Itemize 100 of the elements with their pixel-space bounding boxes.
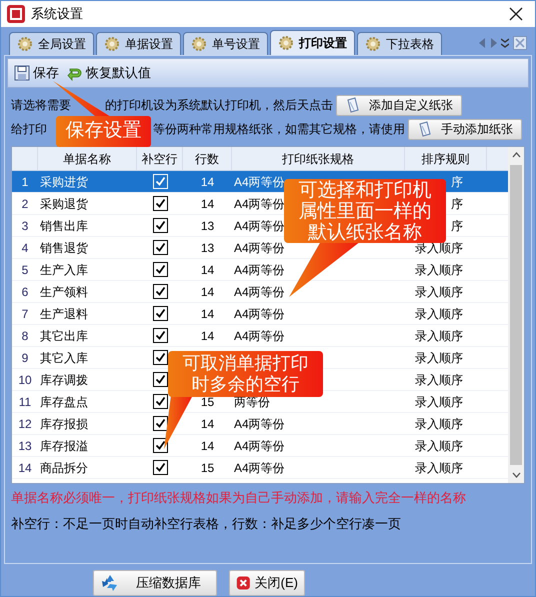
table-cell-text: A4两等份	[234, 284, 285, 300]
row-number: 8	[20, 328, 30, 344]
checkbox[interactable]	[152, 416, 168, 431]
row-number: 2	[20, 196, 30, 212]
tab[interactable]: 全局设置	[9, 32, 94, 55]
row-number: 11	[18, 394, 32, 410]
app-logo-icon	[7, 5, 25, 23]
row-number: 14	[17, 460, 33, 476]
checkbox[interactable]	[152, 350, 168, 365]
row-number: 5	[20, 262, 30, 278]
instruction-text: 请选将需要	[11, 97, 71, 114]
table-cell-text: 14	[200, 438, 214, 454]
checkbox[interactable]	[152, 306, 168, 321]
gear-icon	[17, 36, 33, 52]
note-text: 单据名称必须唯一，打印纸张规格如果为自己手动添加，请输入完全一样的名称	[11, 489, 467, 507]
table-cell-text: 13	[200, 218, 214, 234]
table-row[interactable]: 13 库存报溢 14 A4两等份 录入顺序	[12, 435, 508, 457]
tab[interactable]: 下拉表格	[357, 32, 442, 55]
table-cell-text: 14	[200, 284, 214, 300]
table-cell-text: 采购退货	[39, 196, 89, 212]
row-number: 6	[20, 284, 30, 300]
row-number: 4	[20, 240, 30, 256]
dialog-button[interactable]: 关闭(E)	[229, 570, 305, 596]
note-text: 补空行：不足一页时自动补空行表格，行数：补足多少个空行凑一页	[11, 514, 402, 532]
table-cell-text: 录入顺序	[415, 438, 463, 454]
add-paper-button[interactable]: 手动添加纸张	[408, 118, 522, 140]
checkbox[interactable]	[152, 196, 168, 211]
table-cell-text: 库存盘点	[39, 394, 89, 410]
row-number: 3	[20, 218, 30, 234]
chevron-down-icon[interactable]	[501, 38, 509, 48]
table-row[interactable]: 5 生产入库 14 A4两等份 录入顺序	[12, 259, 508, 281]
column-header[interactable]: 打印纸张规格	[232, 147, 405, 170]
table-cell-text: 其它入库	[39, 350, 89, 366]
table-cell-text: A4两等份	[234, 240, 285, 256]
checkbox[interactable]	[152, 394, 168, 409]
table-cell-text: 录入顺序	[415, 284, 463, 300]
table-cell-text: A4两等份	[234, 306, 285, 322]
row-number: 12	[17, 416, 33, 432]
row-number: 13	[17, 438, 33, 454]
table-cell-text: 录入顺序	[415, 262, 463, 278]
checkbox[interactable]	[152, 240, 168, 255]
table-row[interactable]: 7 生产退料 14 A4两等份 录入顺序	[12, 303, 508, 325]
table-cell-text: 录入顺序	[415, 460, 463, 476]
paper-icon	[417, 121, 433, 137]
table-cell-text: 录入顺序	[415, 394, 463, 410]
gear-icon	[365, 36, 381, 52]
table-cell-text: A4两等份	[234, 416, 285, 432]
table-cell-text: 序	[451, 174, 463, 190]
scrollbar[interactable]	[508, 147, 524, 483]
row-number: 9	[20, 350, 30, 366]
table-cell-text: 录入顺序	[415, 350, 463, 366]
table-cell-text: 生产退料	[39, 306, 89, 322]
paper-icon	[345, 97, 361, 113]
table-cell-text: 其它出库	[39, 328, 89, 344]
table-cell-text: 录入顺序	[415, 416, 463, 432]
column-header[interactable]: 排序规则	[405, 147, 487, 170]
instruction-text: 给打印	[11, 121, 47, 138]
table-cell-text: A4两等份	[234, 174, 285, 190]
recycle-icon	[100, 573, 120, 593]
toolbar-button[interactable]: 保存	[14, 63, 59, 83]
table-cell-text: 库存报损	[39, 416, 89, 432]
table-row[interactable]: 12 库存报损 14 A4两等份 录入顺序	[12, 413, 508, 435]
checkbox[interactable]	[152, 372, 168, 387]
row-number: 1	[20, 174, 30, 190]
gear-icon	[104, 36, 120, 52]
table-cell-text: 15	[200, 394, 214, 410]
tab[interactable]: 单号设置	[183, 32, 268, 55]
dialog-button[interactable]: 压缩数据库	[93, 570, 217, 596]
table-cell-text: 销售出库	[39, 218, 89, 234]
table-cell-text: 生产入库	[39, 262, 89, 278]
tab[interactable]: 打印设置	[270, 30, 355, 55]
checkbox[interactable]	[152, 284, 168, 299]
table-cell-text: 商品拆分	[39, 460, 89, 476]
table-cell-text: 序	[451, 218, 463, 234]
checkbox[interactable]	[152, 328, 168, 343]
toolbar-button[interactable]: 恢复默认值	[67, 63, 151, 83]
table-cell-text: A4两等份	[234, 328, 285, 344]
table-row[interactable]: 14 商品拆分 15 A4两等份 录入顺序	[12, 457, 508, 479]
row-number: 10	[17, 372, 33, 388]
column-header[interactable]: 行数	[183, 147, 232, 170]
row-number: 7	[20, 306, 30, 322]
table-cell-text: 录入顺序	[415, 372, 463, 388]
checkbox[interactable]	[152, 438, 168, 453]
tab[interactable]: 单据设置	[96, 32, 181, 55]
table-cell-text: 销售退货	[39, 240, 89, 256]
close-icon[interactable]	[509, 7, 523, 21]
checkbox[interactable]	[152, 262, 168, 277]
table-cell-text: 15	[200, 460, 214, 476]
table-cell-text: 14	[200, 306, 214, 322]
table-row[interactable]: 8 其它出库 14 A4两等份 录入顺序	[12, 325, 508, 347]
table-cell-text: 14	[200, 196, 214, 212]
table-cell-text: 录入顺序	[415, 328, 463, 344]
table-row[interactable]: 6 生产领料 14 A4两等份 录入顺序	[12, 281, 508, 303]
window-title: 系统设置	[31, 5, 83, 24]
add-paper-button[interactable]: 添加自定义纸张	[336, 94, 462, 116]
table-cell-text: A4两等份	[234, 262, 285, 278]
table-cell-text: 14	[200, 328, 214, 344]
checkbox[interactable]	[152, 218, 168, 233]
table-cell-text: 录入顺序	[415, 306, 463, 322]
checkbox[interactable]	[152, 460, 168, 475]
